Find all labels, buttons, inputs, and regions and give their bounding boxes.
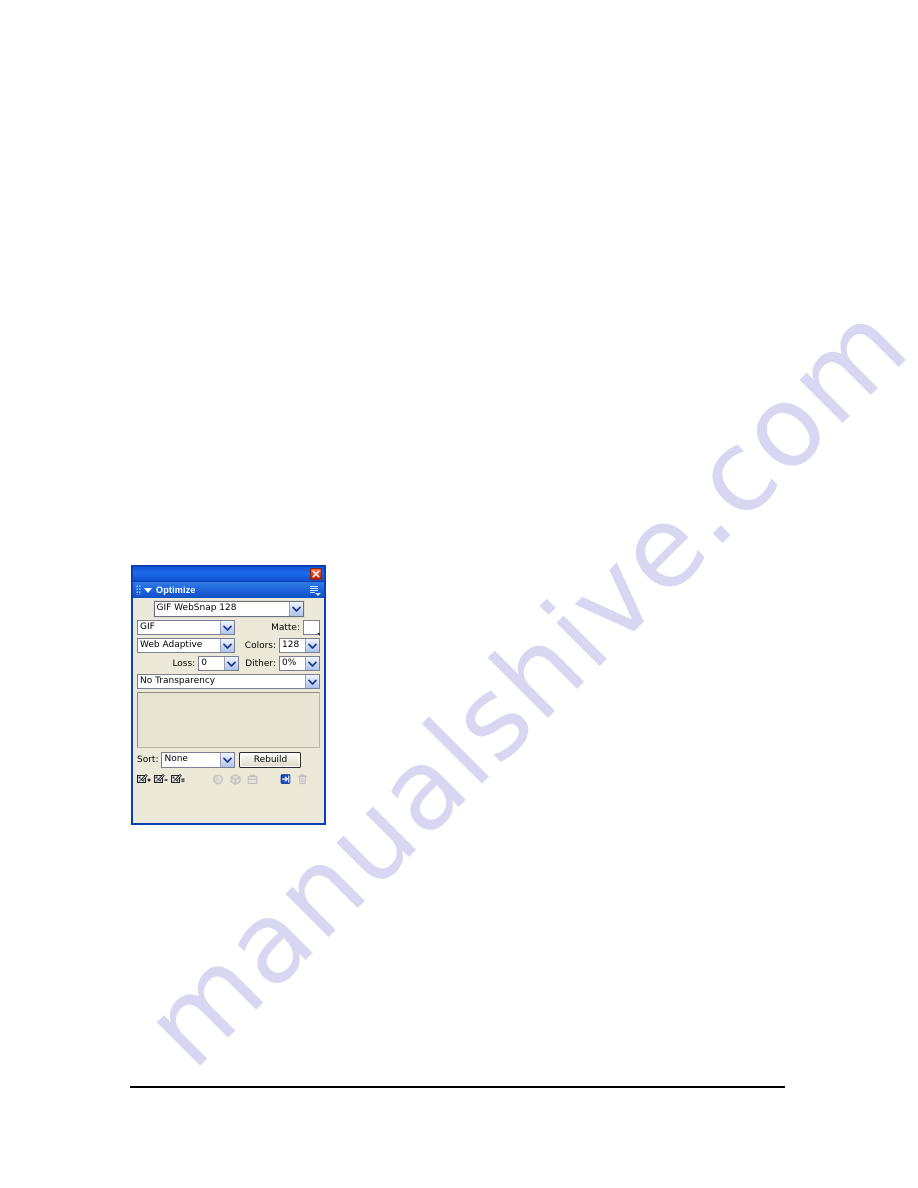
chevron-down-icon[interactable] [305,657,319,670]
loss-dither-row: Loss: 0 Dither: 0% [137,656,320,671]
sort-value: None [164,754,188,764]
color-swatches-well[interactable] [137,692,320,748]
chevron-down-icon[interactable] [224,657,239,670]
colors-value: 128 [282,640,300,650]
add-color-icon[interactable] [137,773,151,786]
page-footer-rule [130,1086,785,1088]
sort-label: Sort: [137,755,159,765]
chevron-down-icon[interactable] [305,639,319,652]
matte-color-swatch[interactable] [303,620,320,636]
collapse-triangle-icon[interactable] [144,587,152,593]
swatch-toolbar [137,771,320,787]
palette-value: Web Adaptive [140,640,203,650]
panel-titlebar[interactable]: Optimize [133,582,324,598]
sort-rebuild-row: Sort: None Rebuild [137,752,320,768]
snap-to-web-safe-icon[interactable] [211,773,225,786]
chevron-down-icon[interactable] [220,639,234,652]
colors-dropdown[interactable]: 128 [279,638,320,653]
transparency-dropdown[interactable]: No Transparency [137,674,320,689]
chevron-down-icon[interactable] [220,753,235,767]
dither-stepper[interactable]: 0% [279,656,320,671]
grip-dots-icon[interactable] [136,585,141,595]
loss-label: Loss: [172,658,196,669]
loss-stepper[interactable]: 0 [198,656,240,671]
palette-dropdown[interactable]: Web Adaptive [137,638,235,653]
rebuild-button[interactable]: Rebuild [239,752,302,768]
panel-body: GIF WebSnap 128 GIF Matte: Web Adaptive [133,598,324,823]
show-swatch-feedback-icon[interactable] [278,773,292,786]
matte-label: Matte: [271,622,300,633]
loss-value: 0 [201,658,207,668]
lock-color-icon[interactable] [228,773,242,786]
optimize-panel[interactable]: Optimize GIF WebSnap 128 GIF Matte: Web … [131,565,326,825]
edit-color-icon[interactable] [171,773,185,786]
dither-value: 0% [282,658,297,668]
format-matte-row: GIF Matte: [137,620,320,636]
transparency-color-icon[interactable] [245,773,259,786]
preset-row: GIF WebSnap 128 [137,600,320,617]
palette-colors-row: Web Adaptive Colors: 128 [137,638,320,653]
sort-dropdown[interactable]: None [161,752,236,768]
transparency-value: No Transparency [140,676,216,686]
colors-label: Colors: [244,640,276,651]
close-icon[interactable] [310,568,322,580]
panel-top-strip [133,567,324,582]
delete-swatch-icon[interactable] [295,773,309,786]
saved-settings-value: GIF WebSnap 128 [156,602,237,613]
dither-label: Dither: [245,658,276,669]
export-format-dropdown[interactable]: GIF [137,620,235,635]
chevron-down-icon[interactable] [220,621,234,634]
remove-color-icon[interactable] [154,773,168,786]
export-format-value: GIF [140,622,155,632]
chevron-down-icon[interactable] [288,601,303,616]
panel-options-menu-icon[interactable] [308,585,321,596]
transparency-row: No Transparency [137,674,320,689]
saved-settings-dropdown[interactable]: GIF WebSnap 128 [153,600,304,617]
panel-title: Optimize [156,584,196,595]
chevron-down-icon[interactable] [305,675,319,688]
